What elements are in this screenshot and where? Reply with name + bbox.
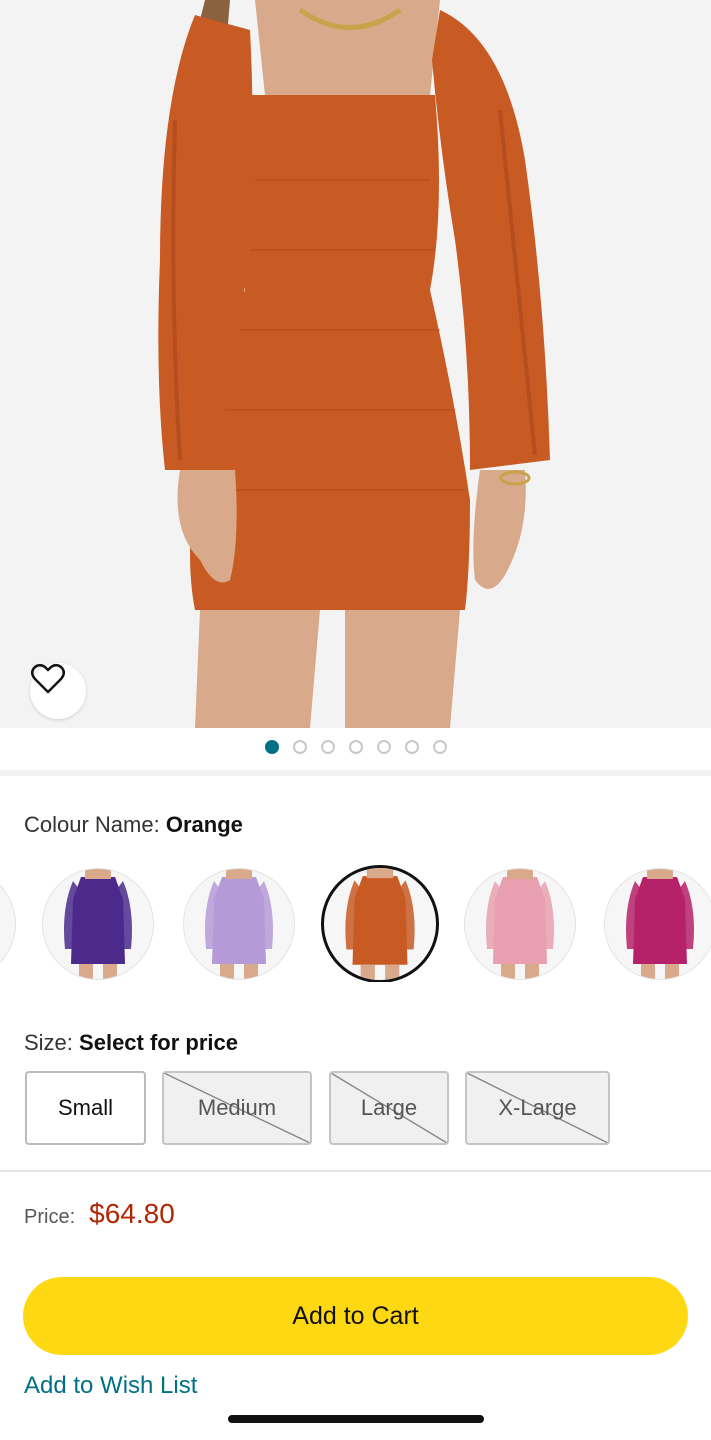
carousel-dot[interactable] [264, 740, 279, 754]
size-selected-text: Select for price [79, 1030, 238, 1055]
size-label-text: Size: [24, 1030, 73, 1055]
colour-swatch-partial[interactable] [0, 868, 16, 980]
size-option-x-large[interactable]: X-Large [465, 1071, 610, 1145]
colour-swatch-list [0, 862, 711, 982]
heart-outline-icon [31, 664, 65, 694]
colour-selected-value: Orange [165, 812, 243, 837]
colour-swatch-lavender[interactable] [183, 868, 295, 980]
size-option-medium[interactable]: Medium [162, 1071, 312, 1145]
add-to-wishlist-button[interactable] [30, 663, 86, 719]
carousel-dot[interactable] [320, 740, 335, 754]
size-option-label: X-Large [498, 1095, 577, 1120]
image-carousel-indicator[interactable] [0, 740, 711, 756]
carousel-dot[interactable] [432, 740, 447, 754]
colour-swatch-pink[interactable] [464, 868, 576, 980]
price-label: Price: [24, 1206, 76, 1228]
size-option-large[interactable]: Large [329, 1071, 449, 1145]
add-to-wish-list-link[interactable]: Add to Wish List [24, 1372, 197, 1400]
colour-name-label: Colour Name: Orange [24, 812, 243, 838]
carousel-dot[interactable] [292, 740, 307, 754]
colour-swatch-magenta[interactable] [604, 868, 711, 980]
price-value: $64.80 [89, 1198, 175, 1229]
divider [0, 1170, 711, 1172]
carousel-dot[interactable] [348, 740, 363, 754]
colour-swatch-purple[interactable] [42, 868, 154, 980]
size-option-small[interactable]: Small [25, 1071, 146, 1145]
size-option-label: Small [57, 1095, 113, 1120]
divider [0, 770, 711, 776]
price-row: Price: $64.80 [24, 1198, 175, 1230]
size-option-label: Large [360, 1095, 418, 1120]
colour-label-text: Colour Name: [24, 812, 160, 837]
colour-swatch-orange[interactable] [321, 865, 439, 982]
product-image[interactable] [0, 0, 711, 728]
home-indicator[interactable] [228, 1415, 484, 1423]
dress-illustration [158, 0, 550, 728]
add-to-cart-button[interactable]: Add to Cart [23, 1277, 688, 1355]
carousel-dot[interactable] [404, 740, 419, 754]
size-option-label: Medium [197, 1095, 277, 1120]
size-label: Size: Select for price [24, 1030, 238, 1056]
carousel-dot[interactable] [376, 740, 391, 754]
